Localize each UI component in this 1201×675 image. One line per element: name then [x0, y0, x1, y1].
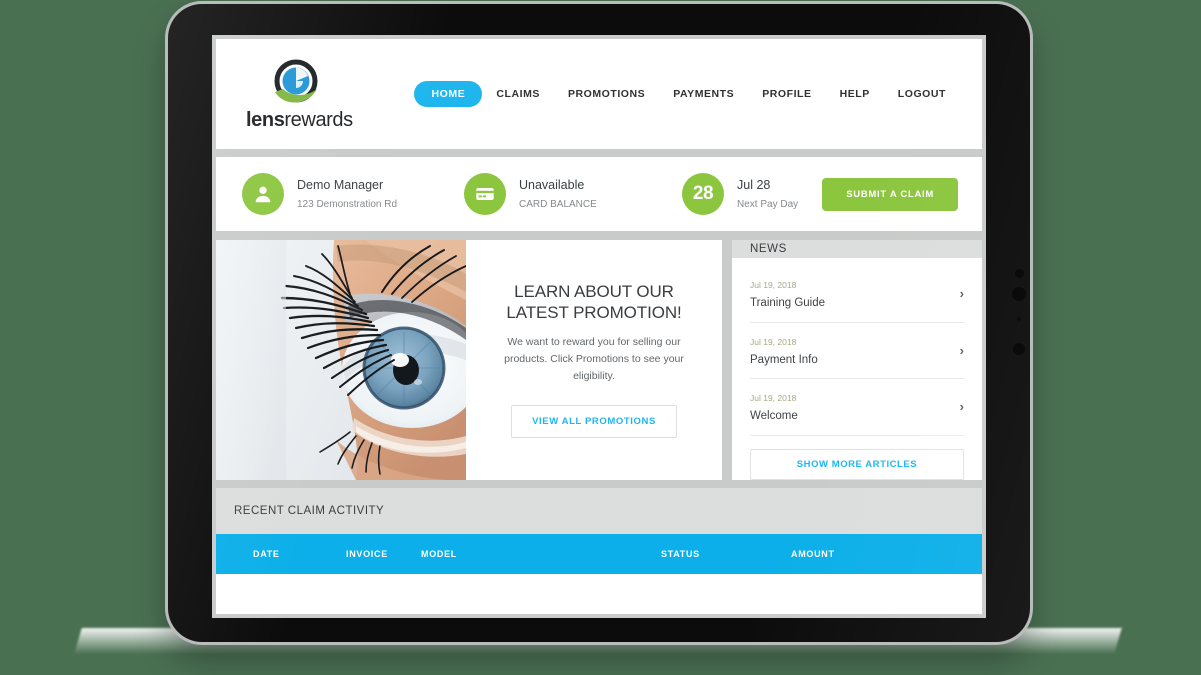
site-header: lensrewards HOME CLAIMS PROMOTIONS PAYME… [216, 39, 982, 149]
bezel-dot-4 [1013, 343, 1025, 355]
claim-column-invoice[interactable]: INVOICE [346, 549, 421, 559]
promotion-heading-line1: LEARN ABOUT OUR [514, 282, 674, 302]
news-item-text: Jul 19, 2018 Payment Info [750, 332, 818, 369]
payday-text: Jul 28 Next Pay Day [737, 176, 798, 213]
news-item-title: Training Guide [750, 297, 826, 310]
news-item-title: Payment Info [750, 353, 818, 366]
person-icon [242, 173, 284, 215]
promotion-panel: LEARN ABOUT OUR LATEST PROMOTION! We wan… [216, 240, 722, 480]
claim-table-body [216, 574, 982, 614]
chevron-right-icon: › [959, 342, 964, 358]
news-item-text: Jul 19, 2018 Welcome [750, 388, 798, 425]
news-item-training-guide[interactable]: Jul 19, 2018 Training Guide › [750, 266, 964, 323]
tablet-screen: lensrewards HOME CLAIMS PROMOTIONS PAYME… [212, 35, 986, 618]
news-item-date: Jul 19, 2018 [750, 336, 797, 347]
promotion-heading: LEARN ABOUT OUR LATEST PROMOTION! [506, 282, 681, 323]
bezel-dot-1 [1015, 269, 1024, 278]
chevron-right-icon: › [959, 399, 964, 415]
tablet-device-frame: lensrewards HOME CLAIMS PROMOTIONS PAYME… [168, 4, 1030, 642]
bezel-sensor-dots [1011, 269, 1027, 394]
claim-column-date[interactable]: DATE [216, 549, 346, 559]
brand-name-bold: lens [246, 108, 285, 131]
user-info-text: Demo Manager 123 Demonstration Rd [297, 176, 397, 213]
recent-claim-activity-title: RECENT CLAIM ACTIVITY [216, 488, 982, 534]
next-payday-cell: 28 Jul 28 Next Pay Day [682, 173, 798, 215]
news-panel-title: NEWS [732, 240, 982, 259]
user-info-cell: Demo Manager 123 Demonstration Rd [242, 173, 464, 215]
nav-item-home[interactable]: HOME [414, 81, 483, 107]
claim-column-model[interactable]: MODEL [421, 549, 661, 559]
payday-label: Next Pay Day [737, 198, 799, 210]
main-navigation: HOME CLAIMS PROMOTIONS PAYMENTS PROFILE … [414, 81, 960, 107]
brand-name-light: rewards [284, 108, 353, 131]
user-address: 123 Demonstration Rd [297, 198, 398, 210]
nav-item-promotions[interactable]: PROMOTIONS [554, 88, 659, 100]
news-item-payment-info[interactable]: Jul 19, 2018 Payment Info › [750, 323, 964, 380]
credit-card-icon [464, 173, 506, 215]
promotion-body-text: We want to reward you for selling our pr… [504, 335, 684, 382]
account-info-bar: Demo Manager 123 Demonstration Rd Unavai… [216, 157, 982, 231]
recent-claim-activity-panel: RECENT CLAIM ACTIVITY DATE INVOICE MODEL… [216, 488, 982, 614]
show-more-articles-button[interactable]: SHOW MORE ARTICLES [750, 449, 964, 480]
news-item-date: Jul 19, 2018 [750, 280, 797, 291]
news-item-welcome[interactable]: Jul 19, 2018 Welcome › [750, 379, 964, 436]
promotion-eye-image [216, 240, 466, 480]
brand-logo[interactable]: lensrewards [246, 59, 353, 131]
brand-wordmark: lensrewards [246, 108, 353, 131]
chevron-right-icon: › [959, 286, 964, 302]
lens-eye-logo-icon [274, 59, 318, 103]
view-all-promotions-button[interactable]: VIEW ALL PROMOTIONS [511, 404, 677, 438]
card-balance-value: Unavailable [519, 177, 585, 192]
card-balance-label: CARD BALANCE [519, 198, 597, 210]
user-name: Demo Manager [297, 177, 384, 192]
bezel-dot-2 [1012, 287, 1026, 301]
claim-column-status[interactable]: STATUS [661, 549, 791, 559]
card-balance-text: Unavailable CARD BALANCE [519, 176, 597, 213]
news-list: Jul 19, 2018 Training Guide › Jul 19, 20… [732, 258, 982, 436]
news-panel: NEWS Jul 19, 2018 Training Guide › Jul 1… [732, 240, 982, 480]
payday-day-badge: 28 [682, 173, 724, 215]
submit-claim-button[interactable]: SUBMIT A CLAIM [822, 177, 958, 211]
nav-item-logout[interactable]: LOGOUT [884, 88, 960, 100]
nav-item-payments[interactable]: PAYMENTS [659, 88, 748, 100]
bezel-dot-3 [1017, 317, 1021, 321]
news-item-text: Jul 19, 2018 Training Guide [750, 275, 825, 312]
nav-item-profile[interactable]: PROFILE [748, 88, 825, 100]
claim-column-amount[interactable]: AMOUNT [791, 549, 891, 559]
payday-date: Jul 28 [737, 177, 771, 192]
nav-item-help[interactable]: HELP [826, 88, 884, 100]
card-balance-cell: Unavailable CARD BALANCE [464, 173, 682, 215]
claim-table-header-row: DATE INVOICE MODEL STATUS AMOUNT [216, 534, 982, 574]
promotion-copy: LEARN ABOUT OUR LATEST PROMOTION! We wan… [466, 240, 722, 480]
news-item-date: Jul 19, 2018 [750, 393, 797, 404]
news-item-title: Welcome [750, 410, 798, 423]
promotion-heading-line2: LATEST PROMOTION! [506, 302, 682, 322]
nav-item-claims[interactable]: CLAIMS [482, 88, 554, 100]
